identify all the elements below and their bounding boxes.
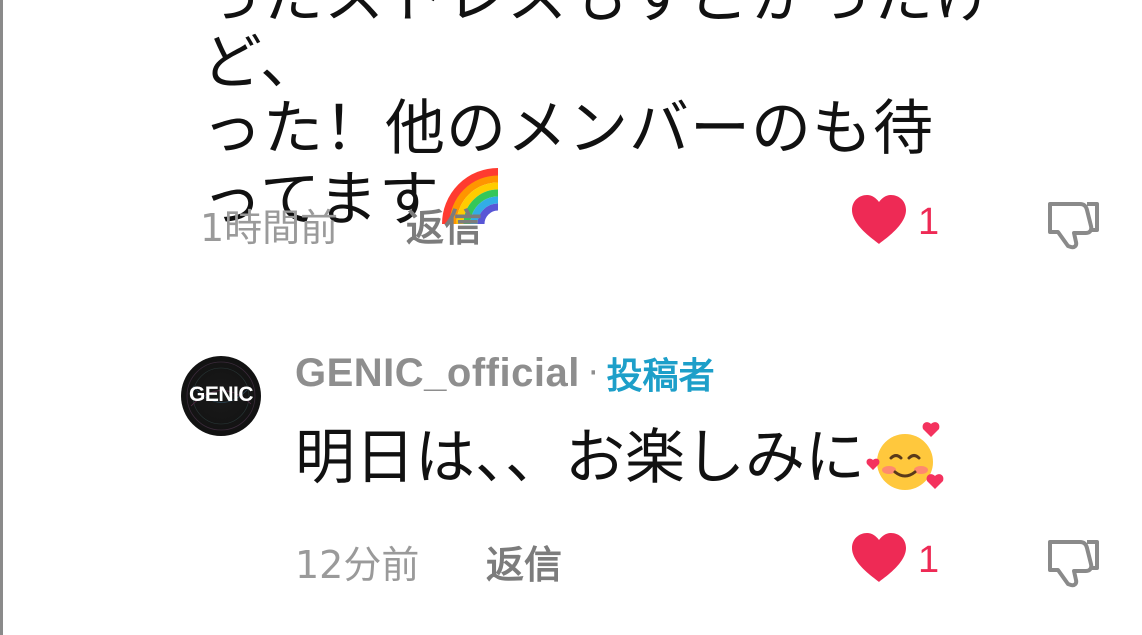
comment-2-dislike-button[interactable] (1044, 534, 1104, 588)
comment-1-text: ったストレスもすごかったけど、 った！他のメンバーのも待 ってます (202, 0, 1102, 233)
avatar-logo-text: GENIC (188, 383, 254, 406)
comment-1-dislike-button[interactable] (1044, 196, 1104, 250)
thumbs-down-icon (1044, 540, 1104, 592)
comment-2-timestamp: 12分前 (295, 543, 420, 587)
thumbs-down-icon (1044, 202, 1104, 254)
heart-icon (850, 194, 908, 250)
comment-2-author[interactable]: GENIC_official (295, 351, 580, 396)
creator-badge: 投稿者 (606, 356, 715, 397)
smiling-face-with-hearts-emoji (865, 420, 944, 490)
comment-1-like-button[interactable]: 1 (850, 194, 939, 250)
avatar[interactable]: GENIC (181, 356, 261, 436)
comment-2-text: 明日は、、お楽しみに (295, 423, 865, 493)
left-edge-divider (0, 0, 3, 635)
comment-1-like-count: 1 (918, 200, 940, 243)
heart-icon (850, 532, 908, 588)
separator-dot: · (587, 353, 599, 393)
comment-2-header: GENIC_official · 投稿者 (295, 348, 715, 398)
comment-1-line-1: ったストレスもすごかったけど、 (202, 0, 994, 98)
comment-1-reply-button[interactable]: 返信 (406, 206, 482, 250)
comment-2-like-button[interactable]: 1 (850, 532, 939, 588)
comment-2-reply-button[interactable]: 返信 (486, 543, 562, 587)
comment-2-like-count: 1 (918, 538, 940, 581)
comment-1-timestamp: 1時間前 (200, 206, 339, 250)
comment-2-text-row: 明日は、、お楽しみに (295, 420, 944, 494)
comment-1-line-2: った！他のメンバーのも待 (202, 94, 934, 164)
